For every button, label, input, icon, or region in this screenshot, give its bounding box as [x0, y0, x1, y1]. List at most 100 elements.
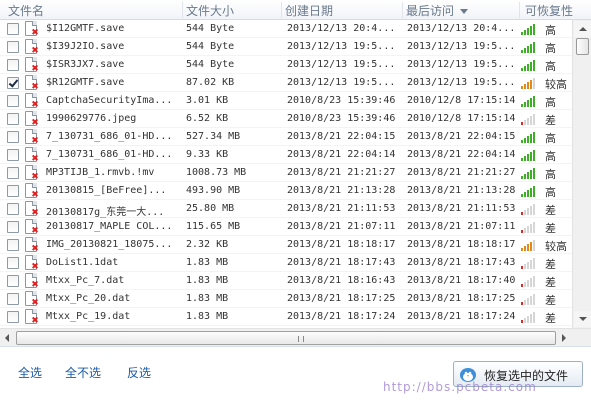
file-size: 1.83 MB	[186, 257, 229, 268]
row-checkbox[interactable]	[7, 149, 19, 161]
file-row[interactable]: ✖ 20130817_MAPLE COL... 115.65 MB 2013/8/21…	[0, 218, 572, 236]
signal-bars-icon	[521, 114, 537, 125]
file-created-date: 2013/8/21 18:17:24	[287, 311, 396, 322]
recoverability-level: 差	[545, 222, 556, 235]
file-row[interactable]: ✖ $ISR3JX7.save 544 Byte 2013/12/13 19:5...…	[0, 56, 572, 74]
row-checkbox[interactable]	[7, 221, 19, 233]
file-accessed-date: 2013/8/21 22:04:14	[407, 149, 516, 160]
signal-bars-icon	[521, 150, 537, 161]
row-checkbox[interactable]	[7, 95, 19, 107]
row-checkbox[interactable]	[7, 257, 19, 269]
file-row[interactable]: ✖ 7_130731_686_01-HD... 527.34 MB 2013/8/21…	[0, 128, 572, 146]
file-size: 1.83 MB	[186, 293, 229, 304]
file-name: Mtxx_Pc_20.dat	[46, 293, 131, 304]
deleted-mark-icon: ✖	[31, 64, 39, 74]
file-row[interactable]: ✖ 20130815_[BeFree]... 493.90 MB 2013/8/21 …	[0, 182, 572, 200]
file-name: 7_130731_686_01-HD...	[46, 149, 173, 160]
file-created-date: 2013/8/21 21:11:53	[287, 203, 396, 214]
signal-bars-icon	[521, 186, 537, 197]
file-name: Mtxx_Pc_19.dat	[46, 311, 131, 322]
recoverability-level: 高	[545, 96, 556, 109]
file-accessed-date: 2013/12/13 20:4...	[407, 23, 516, 34]
signal-bars-icon	[521, 78, 537, 89]
file-created-date: 2013/8/21 22:04:14	[287, 149, 396, 160]
row-checkbox[interactable]	[7, 59, 19, 71]
row-checkbox[interactable]	[7, 167, 19, 179]
vertical-scroll-thumb[interactable]	[576, 38, 589, 55]
row-checkbox[interactable]	[7, 113, 19, 125]
row-checkbox[interactable]	[7, 77, 19, 89]
file-row[interactable]: ✖ $I39J2IO.save 544 Byte 2013/12/13 19:5...…	[0, 38, 572, 56]
file-size: 25.80 MB	[186, 203, 235, 214]
file-row[interactable]: ✖ $R12GMTF.save 87.02 KB 2013/12/13 19:5...…	[0, 74, 572, 92]
file-row[interactable]: ✖ IMG_20130821_18075... 2.32 KB 2013/8/21 1…	[0, 236, 572, 254]
file-size: 544 Byte	[186, 59, 235, 70]
column-divider[interactable]	[281, 2, 282, 18]
column-divider[interactable]	[182, 2, 183, 18]
sort-desc-icon	[460, 9, 469, 14]
row-checkbox[interactable]	[7, 275, 19, 287]
file-row[interactable]: ✖ MP3TIJB_1.rmvb.!mv 1008.73 MB 2013/8/21 2…	[0, 164, 572, 182]
column-accessed-header[interactable]: 最后访问	[406, 2, 469, 19]
column-name-header[interactable]: 文件名	[8, 2, 44, 19]
column-divider[interactable]	[519, 2, 520, 18]
file-accessed-date: 2010/12/8 17:15:14	[407, 113, 516, 124]
deleted-mark-icon: ✖	[31, 46, 39, 56]
scroll-up-button[interactable]	[574, 21, 591, 37]
row-checkbox[interactable]	[7, 239, 19, 251]
file-row[interactable]: ✖ 7_130731_686_01-HD... 9.33 KB 2013/8/21 2…	[0, 146, 572, 164]
file-created-date: 2013/12/13 19:5...	[287, 77, 396, 88]
scroll-down-button[interactable]	[574, 311, 591, 327]
file-size: 493.90 MB	[186, 185, 241, 196]
signal-bars-icon	[521, 222, 537, 233]
row-checkbox[interactable]	[7, 41, 19, 53]
grip-icon	[298, 336, 304, 342]
row-checkbox[interactable]	[7, 185, 19, 197]
row-checkbox[interactable]	[7, 293, 19, 305]
row-checkbox[interactable]	[7, 131, 19, 143]
row-checkbox[interactable]	[7, 23, 19, 35]
recoverability-level: 差	[545, 294, 556, 307]
file-created-date: 2013/12/13 19:5...	[287, 41, 396, 52]
file-created-date: 2013/8/21 21:07:11	[287, 221, 396, 232]
file-name: IMG_20130821_18075...	[46, 239, 173, 250]
select-none-link[interactable]: 全不选	[65, 364, 101, 381]
file-row[interactable]: ✖ $I12GMTF.save 544 Byte 2013/12/13 20:4...…	[0, 20, 572, 38]
file-row[interactable]: ✖ Mtxx_Pc_19.dat 1.83 MB 2013/8/21 18:17:24…	[0, 308, 572, 326]
file-row[interactable]: ✖ 20130817g_东莞一大... 25.80 MB 2013/8/21 21:1…	[0, 200, 572, 218]
row-checkbox[interactable]	[7, 311, 19, 323]
select-all-link[interactable]: 全选	[18, 364, 42, 381]
signal-bars-icon	[521, 312, 537, 323]
arrow-left-icon[interactable]	[5, 334, 9, 342]
file-row[interactable]: ✖ DoList1.1dat 1.83 MB 2013/8/21 18:17:43 20…	[0, 254, 572, 272]
invert-selection-link[interactable]: 反选	[127, 364, 151, 381]
file-name: $I39J2IO.save	[46, 41, 125, 52]
file-row[interactable]: ✖ 1990629776.jpeg 6.52 KB 2010/8/23 15:39:4…	[0, 110, 572, 128]
column-created-header[interactable]: 创建日期	[285, 2, 333, 19]
file-name: DoList1.1dat	[46, 257, 119, 268]
file-accessed-date: 2013/12/13 19:5...	[407, 59, 516, 70]
column-recoverability-header[interactable]: 可恢复性	[525, 2, 573, 19]
deleted-mark-icon: ✖	[31, 28, 39, 38]
deleted-mark-icon: ✖	[31, 298, 39, 308]
file-accessed-date: 2013/8/21 18:17:24	[407, 311, 516, 322]
horizontal-scroll-thumb[interactable]	[16, 331, 556, 345]
signal-bars-icon	[521, 240, 537, 251]
file-row[interactable]: ✖ Mtxx_Pc_20.dat 1.83 MB 2013/8/21 18:17:25…	[0, 290, 572, 308]
column-divider[interactable]	[402, 2, 403, 18]
file-accessed-date: 2013/8/21 21:21:27	[407, 167, 516, 178]
file-name: 20130817_MAPLE COL...	[46, 221, 173, 232]
file-size: 115.65 MB	[186, 221, 241, 232]
file-row[interactable]: ✖ CaptchaSecurityIma... 3.01 KB 2010/8/23 1…	[0, 92, 572, 110]
signal-bars-icon	[521, 60, 537, 71]
row-checkbox[interactable]	[7, 203, 19, 215]
arrow-right-icon[interactable]	[562, 334, 566, 342]
file-name: $R12GMTF.save	[46, 77, 125, 88]
column-size-header[interactable]: 文件大小	[186, 2, 234, 19]
recoverability-level: 较高	[545, 240, 567, 253]
horizontal-scrollbar[interactable]	[0, 328, 591, 346]
signal-bars-icon	[521, 294, 537, 305]
vertical-scrollbar[interactable]	[572, 20, 591, 328]
signal-bars-icon	[521, 132, 537, 143]
file-row[interactable]: ✖ Mtxx_Pc_7.dat 1.83 MB 2013/8/21 18:16:43 2…	[0, 272, 572, 290]
